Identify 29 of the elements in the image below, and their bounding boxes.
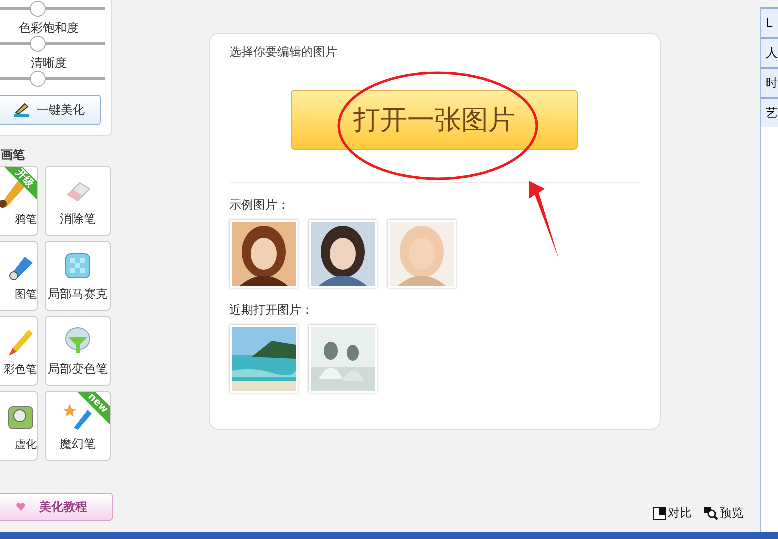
brush-tool-button[interactable]: 消除笔 [45, 166, 111, 236]
slider-label: 色彩饱和度 [19, 21, 79, 35]
side-tab[interactable]: L [761, 7, 778, 37]
open-image-button[interactable]: 打开一张图片 [291, 90, 578, 150]
brush-tool-button[interactable]: 局部变色笔 [45, 316, 111, 386]
slider-label: 清晰度 [31, 56, 67, 70]
brush-tool-button[interactable]: 虚化 [0, 391, 38, 461]
heart-icon [16, 502, 26, 512]
samples-label: 示例图片： [230, 197, 290, 213]
slider-thumb[interactable] [30, 71, 46, 87]
brush-tool-button[interactable]: 局部马赛克 [45, 241, 111, 311]
compare-button[interactable]: 对比 [653, 505, 692, 522]
one-click-beautify-button[interactable]: 一键美化 [0, 95, 101, 125]
compare-icon [653, 507, 666, 520]
brush-tool-button[interactable]: 图笔 [0, 241, 38, 311]
magnifier-icon [704, 507, 718, 520]
card-prompt: 选择你要编辑的图片 [230, 44, 338, 60]
side-tab[interactable]: 艺 [761, 97, 778, 127]
pen-icon [13, 102, 31, 118]
preview-button[interactable]: 预览 [704, 505, 744, 522]
tutorial-button[interactable]: 美化教程 [0, 493, 113, 521]
slider-thumb[interactable] [30, 1, 46, 17]
side-tab[interactable]: 时 [761, 67, 778, 97]
side-tab[interactable]: 人 [761, 37, 778, 67]
brush-tool-button[interactable]: 鸦笔 开级 [0, 166, 38, 236]
slider-thumb[interactable] [30, 36, 46, 52]
brush-tool-button[interactable]: 彩色笔 [0, 316, 38, 386]
section-title: 画笔 [1, 148, 25, 162]
recent-label: 近期打开图片： [230, 302, 314, 318]
